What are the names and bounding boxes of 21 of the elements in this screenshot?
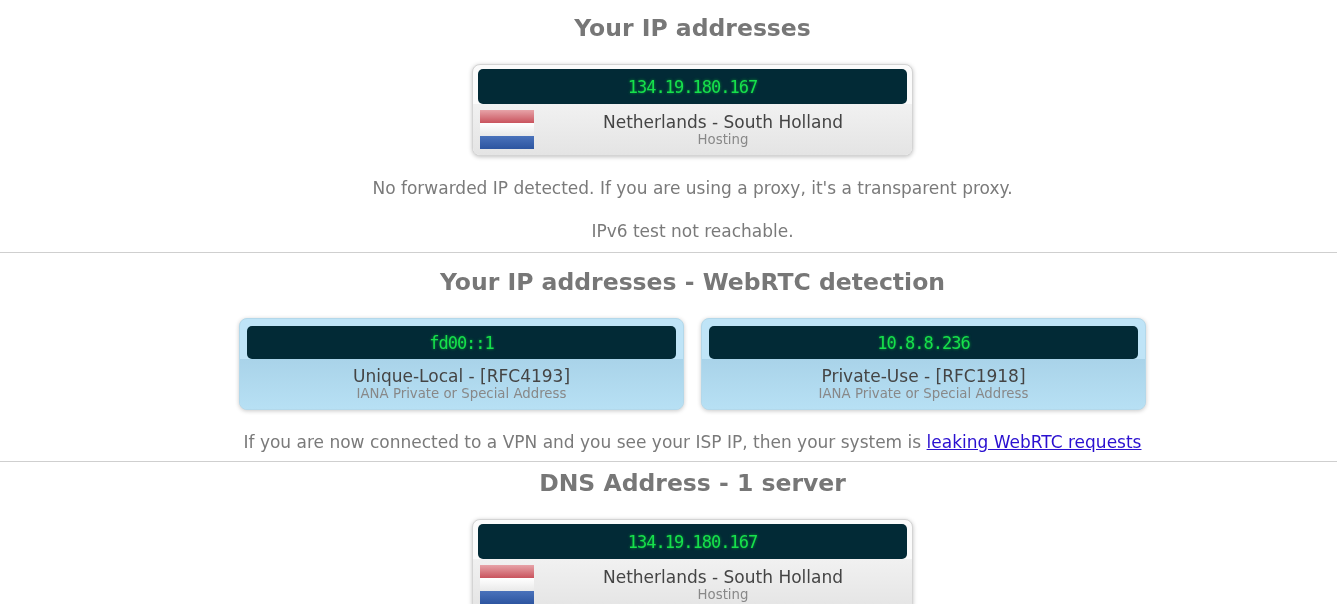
ip-address-display: 10.8.8.236 <box>709 326 1138 359</box>
location-text: Unique-Local - [RFC4193] <box>351 366 572 386</box>
info-text: IPv6 test not reachable. <box>590 220 795 242</box>
section-title: Your IP addresses <box>573 13 812 43</box>
leaking-webrtc-link[interactable]: leaking WebRTC requests <box>926 432 1142 452</box>
section-title: DNS Address - 1 server <box>538 468 847 498</box>
address-type-text: IANA Private or Special Address <box>355 386 568 402</box>
section-title: Your IP addresses - WebRTC detection <box>438 267 947 297</box>
ip-address-display: fd00::1 <box>247 326 676 359</box>
info-text: No forwarded IP detected. If you are using a proxy, it's a transparent proxy. <box>371 177 1014 199</box>
location-text: Netherlands - South Holland <box>602 566 844 587</box>
ip-address-display: 134.19.180.167 <box>478 69 907 104</box>
info-text: If you are now connected to a VPN and you see your ISP IP, then your system is leaking WebRTC requests <box>242 431 1143 453</box>
address-type-text: IANA Private or Special Address <box>817 386 1030 402</box>
ip-address-display: 134.19.180.167 <box>478 524 907 559</box>
location-text: Private-Use - [RFC1918] <box>820 366 1027 386</box>
location-text: Netherlands - South Holland <box>602 111 844 132</box>
address-type-text: Hosting <box>696 131 750 148</box>
flag-icon <box>480 110 534 149</box>
address-type-text: Hosting <box>696 586 750 603</box>
flag-icon <box>480 565 534 604</box>
